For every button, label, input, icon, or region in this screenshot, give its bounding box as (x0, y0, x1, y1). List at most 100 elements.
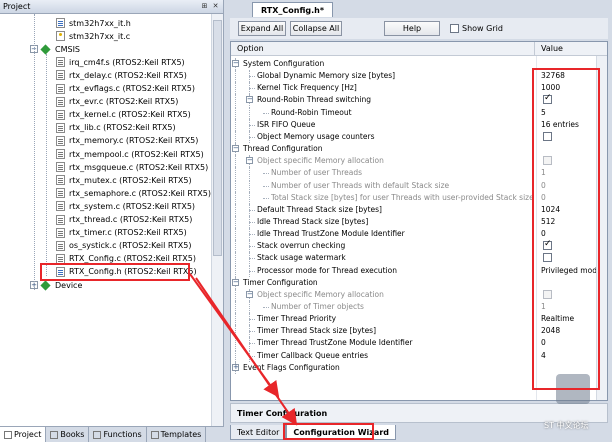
config-row[interactable]: Stack usage watermark (231, 252, 607, 265)
config-row[interactable]: Timer Callback Queue entries 4 (231, 349, 607, 362)
tree-scrollbar-thumb[interactable] (213, 20, 222, 256)
tab-configuration-wizard[interactable]: Configuration Wizard (286, 425, 396, 440)
tree-item-label: rtx_evflags.c (RTOS2:Keil RTX5) (69, 84, 195, 93)
config-option-checkbox[interactable] (543, 253, 552, 263)
config-option-value[interactable]: 32768 (541, 70, 565, 82)
config-option-value[interactable]: 16 entries (541, 119, 579, 131)
collapse-all-button[interactable]: Collapse All (290, 21, 342, 36)
books-icon (50, 430, 59, 439)
config-option-checkbox[interactable] (543, 131, 552, 141)
config-row[interactable]: − Timer Configuration (231, 276, 607, 289)
config-option-checkbox[interactable] (543, 289, 552, 299)
tab-rtx-config-h[interactable]: RTX_Config.h* (252, 2, 334, 17)
tree-item[interactable]: os_systick.c (RTOS2:Keil RTX5) (56, 239, 191, 253)
config-grid-scrollbar[interactable] (596, 56, 607, 400)
config-option-value[interactable]: Privileged mode (541, 265, 602, 277)
config-row[interactable]: Timer Thread TrustZone Module Identifier… (231, 337, 607, 350)
config-row[interactable]: − Object specific Memory allocation (231, 288, 607, 301)
tree-item[interactable]: stm32h7xx_it.h (56, 16, 131, 30)
config-option-checkbox[interactable] (543, 239, 552, 251)
config-option-value[interactable]: 4 (541, 350, 546, 362)
config-row[interactable]: − Object specific Memory allocation (231, 155, 607, 168)
tab-books[interactable]: Books (46, 427, 90, 442)
close-icon[interactable]: ✕ (211, 2, 220, 11)
tree-item[interactable]: − CMSIS (30, 42, 80, 56)
tree-item[interactable]: rtx_thread.c (RTOS2:Keil RTX5) (56, 213, 192, 227)
collapse-icon[interactable]: − (246, 290, 253, 298)
collapse-icon[interactable]: − (232, 278, 239, 286)
tree-item[interactable]: rtx_memory.c (RTOS2:Keil RTX5) (56, 134, 198, 148)
tree-item[interactable]: stm32h7xx_it.c (56, 29, 130, 43)
tree-item[interactable]: RTX_Config.h (RTOS2:Keil RTX5) (56, 265, 197, 279)
tree-item-label: rtx_semaphore.c (RTOS2:Keil RTX5) (69, 188, 211, 198)
config-row[interactable]: Number of user Threads 1 (231, 167, 607, 180)
tree-item[interactable]: rtx_kernel.c (RTOS2:Keil RTX5) (56, 108, 191, 122)
config-option-value[interactable]: 5 (541, 107, 546, 119)
config-row[interactable]: Round-Robin Timeout 5 (231, 106, 607, 119)
config-option-value[interactable]: Realtime (541, 313, 574, 325)
config-option-value[interactable]: 512 (541, 216, 555, 228)
config-row[interactable]: Processor mode for Thread execution Privi… (231, 264, 607, 277)
tree-item[interactable]: rtx_semaphore.c (RTOS2:Keil RTX5) (56, 186, 211, 200)
tab-templates[interactable]: Templates (147, 427, 207, 442)
config-option-value[interactable]: 1 (541, 167, 546, 179)
collapse-icon[interactable]: − (232, 60, 239, 67)
config-row[interactable]: ISR FIFO Queue 16 entries (231, 118, 607, 131)
config-row[interactable]: Object Memory usage counters (231, 130, 607, 143)
show-grid-checkbox[interactable] (450, 24, 459, 33)
tree-item[interactable]: rtx_msgqueue.c (RTOS2:Keil RTX5) (56, 160, 208, 174)
config-row[interactable]: − Round-Robin Thread switching (231, 93, 607, 107)
config-option-value[interactable]: 1024 (541, 204, 560, 216)
config-option-value[interactable]: 2048 (541, 325, 560, 337)
config-option-value[interactable]: 0 (541, 192, 546, 204)
config-option-checkbox[interactable] (543, 156, 552, 166)
config-option-label: Kernel Tick Frequency [Hz] (257, 83, 357, 93)
config-option-label: System Configuration (243, 59, 325, 68)
tree-item[interactable]: rtx_evflags.c (RTOS2:Keil RTX5) (56, 82, 195, 96)
tree-scrollbar[interactable] (211, 14, 223, 426)
config-row[interactable]: Idle Thread Stack size [bytes] 512 (231, 215, 607, 228)
config-option-checkbox[interactable] (543, 93, 552, 105)
config-grid-header: Option Value (231, 42, 607, 56)
tree-item-label: rtx_memory.c (RTOS2:Keil RTX5) (69, 136, 199, 146)
config-row[interactable]: Global Dynamic Memory size [bytes] 32768 (231, 70, 607, 83)
show-grid-toggle[interactable]: Show Grid (450, 24, 503, 33)
tree-item[interactable]: rtx_mempool.c (RTOS2:Keil RTX5) (56, 147, 204, 161)
config-row[interactable]: Default Thread Stack size [bytes] 1024 (231, 203, 607, 216)
config-row[interactable]: − System Configuration (231, 58, 607, 70)
collapse-icon[interactable]: − (246, 96, 253, 104)
config-row[interactable]: − Thread Configuration (231, 143, 607, 156)
tab-project[interactable]: Project (0, 427, 47, 442)
tree-item[interactable]: rtx_lib.c (RTOS2:Keil RTX5) (56, 121, 176, 135)
tree-item[interactable]: rtx_evr.c (RTOS2:Keil RTX5) (56, 95, 178, 109)
tree-item-label: RTX_Config.h (RTOS2:Keil RTX5) (69, 267, 197, 277)
tab-functions[interactable]: Functions (89, 427, 147, 442)
expand-icon[interactable]: + (232, 363, 239, 371)
config-option-value[interactable]: 1 (541, 301, 546, 313)
tree-item[interactable]: rtx_mutex.c (RTOS2:Keil RTX5) (56, 173, 192, 187)
config-option-value[interactable]: 0 (541, 180, 546, 192)
tree-item[interactable]: + Device (30, 278, 82, 292)
config-row[interactable]: Total Stack size [bytes] for user Thread… (231, 191, 607, 204)
tree-item[interactable]: rtx_system.c (RTOS2:Keil RTX5) (56, 199, 195, 213)
config-row[interactable]: Timer Thread Priority Realtime (231, 313, 607, 326)
config-row[interactable]: Number of user Threads with default Stac… (231, 179, 607, 192)
pin-icon[interactable]: ⊞ (200, 2, 209, 11)
config-row[interactable]: Stack overrun checking (231, 239, 607, 253)
help-button[interactable]: Help (384, 21, 440, 36)
expand-all-button[interactable]: Expand All (238, 21, 286, 36)
tab-label: Templates (160, 430, 202, 439)
tree-item[interactable]: rtx_delay.c (RTOS2:Keil RTX5) (56, 68, 187, 82)
config-option-value[interactable]: 0 (541, 337, 546, 349)
config-option-label: Object specific Memory allocation (257, 289, 384, 299)
tree-item[interactable]: irq_cm4f.s (RTOS2:Keil RTX5) (56, 55, 185, 69)
tree-item[interactable]: RTX_Config.c (RTOS2:Keil RTX5) (56, 252, 196, 266)
config-option-label: Timer Callback Queue entries (257, 350, 369, 360)
collapse-icon[interactable]: − (232, 145, 239, 153)
collapse-icon[interactable]: − (246, 157, 253, 165)
config-row[interactable]: Timer Thread Stack size [bytes] 2048 (231, 325, 607, 338)
config-row[interactable]: + Event Flags Configuration (231, 361, 607, 374)
config-row[interactable]: Number of Timer objects 1 (231, 301, 607, 313)
tab-text-editor[interactable]: Text Editor (230, 425, 287, 440)
tree-item[interactable]: rtx_timer.c (RTOS2:Keil RTX5) (56, 226, 187, 240)
